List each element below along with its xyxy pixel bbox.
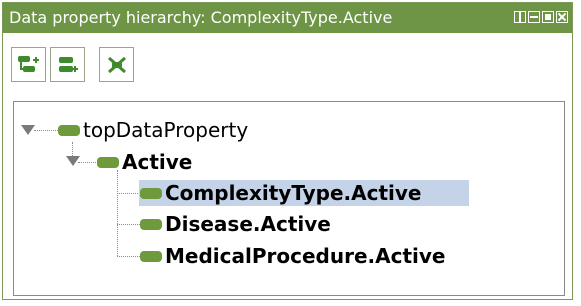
data-property-hierarchy-panel: Data property hierarchy: ComplexityType.… <box>2 2 573 300</box>
tree-guide <box>72 142 73 156</box>
panel-title: Data property hierarchy: ComplexityType.… <box>9 8 393 27</box>
maximize-icon[interactable] <box>542 11 554 23</box>
data-property-icon <box>140 251 162 262</box>
tree-node-active[interactable]: Active <box>97 149 192 175</box>
tree-node-label: Active <box>122 150 193 174</box>
minimize-icon[interactable] <box>528 11 540 23</box>
add-sub-property-icon <box>17 55 39 72</box>
tree-node-disease-active[interactable]: Disease.Active <box>140 211 331 237</box>
add-sibling-property-button[interactable] <box>50 47 85 82</box>
view-icon[interactable] <box>514 11 526 23</box>
tree-node-label: MedicalProcedure.Active <box>165 244 446 268</box>
close-icon[interactable] <box>556 11 568 23</box>
expand-toggle-icon[interactable] <box>21 125 35 135</box>
panel-titlebar[interactable]: Data property hierarchy: ComplexityType.… <box>3 3 572 33</box>
add-sibling-property-icon <box>58 56 78 72</box>
tree-guide <box>117 193 140 194</box>
tree-node-label: topDataProperty <box>83 118 249 142</box>
data-property-icon <box>58 125 80 136</box>
tree-node-topdataproperty[interactable]: topDataProperty <box>58 117 248 143</box>
tree-node-label: ComplexityType.Active <box>165 181 422 205</box>
data-property-icon <box>97 157 119 168</box>
window-controls <box>514 11 568 23</box>
tree-guide <box>117 256 140 257</box>
delete-property-button[interactable] <box>99 47 134 82</box>
data-property-icon <box>140 188 162 199</box>
toolbar <box>11 47 134 82</box>
tree-node-complexitytype-active[interactable]: ComplexityType.Active <box>140 180 421 206</box>
expand-toggle-icon[interactable] <box>66 156 80 166</box>
property-tree[interactable]: topDataProperty Active ComplexityType.Ac… <box>13 101 565 296</box>
delete-property-icon <box>107 56 126 73</box>
tree-guide <box>117 224 140 225</box>
tree-guide <box>117 170 118 256</box>
tree-node-medicalprocedure-active[interactable]: MedicalProcedure.Active <box>140 243 445 269</box>
tree-node-label: Disease.Active <box>165 212 331 236</box>
data-property-icon <box>140 219 162 230</box>
add-sub-property-button[interactable] <box>11 47 46 82</box>
